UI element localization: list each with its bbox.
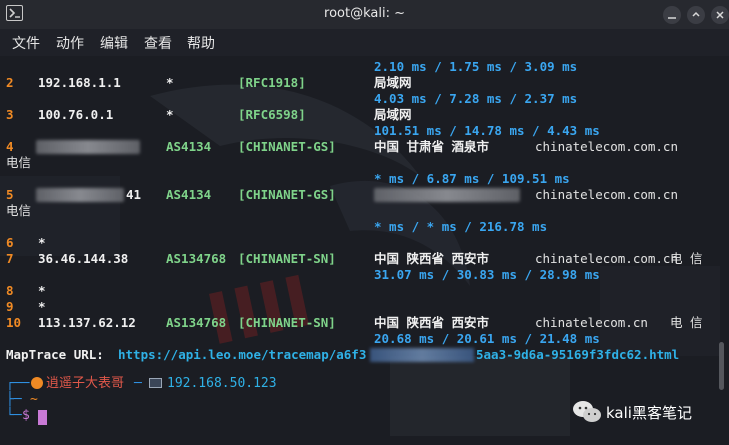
hop-ip: 113.137.62.12	[38, 315, 136, 330]
menu-file[interactable]: 文件	[12, 33, 40, 53]
hop-domain: chinatelecom.com.cn	[535, 187, 678, 202]
menu-help[interactable]: 帮助	[187, 33, 215, 53]
prompt-user: 逍遥子大表哥	[46, 376, 125, 391]
hop-number: 10	[6, 315, 22, 330]
pumpkin-icon	[31, 377, 43, 389]
scrollbar[interactable]	[719, 342, 724, 390]
hop-rtt: 31.07 ms / 30.83 ms / 28.98 ms	[374, 267, 600, 282]
hop-rtt: * ms / * ms / 216.78 ms	[374, 219, 548, 234]
hop-number: 4	[6, 139, 14, 154]
hop-geo: 中国 甘肃省 酒泉市	[374, 139, 490, 154]
menu-edit[interactable]: 编辑	[100, 33, 128, 53]
hop-rtt: 4.03 ms / 7.28 ms / 2.37 ms	[374, 91, 578, 106]
hop-number: 6	[6, 235, 14, 250]
hop-asn: AS134768	[166, 251, 227, 266]
monitor-icon	[149, 378, 162, 388]
terminal-cursor[interactable]	[38, 410, 47, 425]
hop-tag: [CHINANET-GS]	[238, 187, 336, 202]
hop-ip: *	[38, 235, 46, 250]
hop-ip: 192.168.1.1	[38, 75, 121, 90]
hop-rtt: * ms / 6.87 ms / 109.51 ms	[374, 171, 570, 186]
minimize-button[interactable]	[663, 6, 681, 24]
redacted-url	[370, 348, 474, 362]
prompt-corner-bottom: └─	[6, 408, 22, 423]
prompt-branch: ├─	[6, 392, 22, 407]
menu-bar: 文件 动作 编辑 查看 帮助	[0, 29, 729, 56]
hop-asn: AS4134	[166, 187, 212, 202]
redacted-ip	[36, 140, 140, 154]
wechat-icon	[573, 401, 601, 422]
hop-rtt: 101.51 ms / 14.78 ms / 4.43 ms	[374, 123, 600, 138]
maptrace-label: MapTrace URL:	[6, 347, 104, 362]
terminal-output[interactable]: IIII 2.10 ms / 1.75 ms / 3.09 ms 2 192.1…	[0, 56, 729, 445]
hop-number: 5	[6, 187, 14, 202]
prompt-dir: ~	[30, 392, 38, 407]
prompt-dash: ─	[134, 376, 142, 391]
hop-tag: [RFC6598]	[238, 107, 306, 122]
title-bar: root@kali: ~	[0, 0, 729, 29]
maximize-button[interactable]	[687, 6, 705, 24]
redacted-geo	[374, 188, 520, 202]
hop-asn: AS4134	[166, 139, 212, 154]
prompt-ip: 192.168.50.123	[167, 376, 277, 391]
hop-asn: AS134768	[166, 315, 227, 330]
hop-tag: [CHINANET-SN]	[238, 251, 336, 266]
watermark-text: kali黑客笔记	[606, 404, 692, 422]
hop-number: 7	[6, 251, 14, 266]
maptrace-url-end[interactable]: 5aa3-9d6a-95169f3fdc62.html	[476, 347, 679, 363]
hop-number: 9	[6, 299, 14, 314]
hop-ip: 36.46.144.38	[38, 251, 129, 266]
hop-geo: 中国 陕西省 西安市	[374, 251, 490, 266]
hop-2-rtt-pre: 2.10 ms / 1.75 ms / 3.09 ms	[374, 59, 578, 74]
hop-tag: [CHINANET-SN]	[238, 315, 336, 330]
hop-isp: 电 信	[670, 315, 703, 330]
hop-isp: 电信	[6, 203, 32, 218]
hop-number: 2	[6, 75, 14, 90]
hop-number: 3	[6, 107, 14, 122]
hop-isp: 电 信	[670, 251, 703, 266]
hop-geo: 中国 陕西省 西安市	[374, 315, 490, 330]
hop-domain: chinatelecom.com.cn	[535, 251, 678, 266]
hop-star: *	[166, 107, 174, 122]
watermark: kali黑客笔记	[570, 398, 720, 426]
hop-tag: [RFC1918]	[238, 75, 306, 90]
hop-geo: 局域网	[374, 75, 412, 90]
hop-ip: *	[38, 299, 46, 314]
hop-geo: 局域网	[374, 107, 412, 122]
hop-isp: 电信	[6, 155, 32, 170]
hop-ip-tail: 41	[126, 187, 142, 202]
prompt-corner-top: ┌──	[6, 376, 30, 391]
hop-ip: 100.76.0.1	[38, 107, 114, 122]
hop-number: 8	[6, 283, 14, 298]
hop-tag: [CHINANET-GS]	[238, 139, 336, 154]
hop-ip: *	[38, 283, 46, 298]
hop-star: *	[166, 75, 174, 90]
redacted-ip	[36, 188, 124, 202]
menu-action[interactable]: 动作	[56, 33, 84, 53]
close-button[interactable]	[711, 6, 729, 24]
menu-view[interactable]: 查看	[144, 33, 172, 53]
hop-domain: chinatelecom.com.cn	[535, 139, 678, 154]
hop-domain: chinatelecom.cn	[535, 315, 648, 330]
terminal-window: root@kali: ~ 文件 动作 编辑 查看 帮助 IIII 2.10 ms…	[0, 0, 729, 445]
hop-rtt: 20.68 ms / 20.61 ms / 21.48 ms	[374, 331, 600, 346]
maptrace-url-start[interactable]: https://api.leo.moe/tracemap/a6f3	[118, 347, 366, 363]
prompt-symbol: $	[22, 408, 30, 423]
window-title: root@kali: ~	[324, 6, 405, 21]
